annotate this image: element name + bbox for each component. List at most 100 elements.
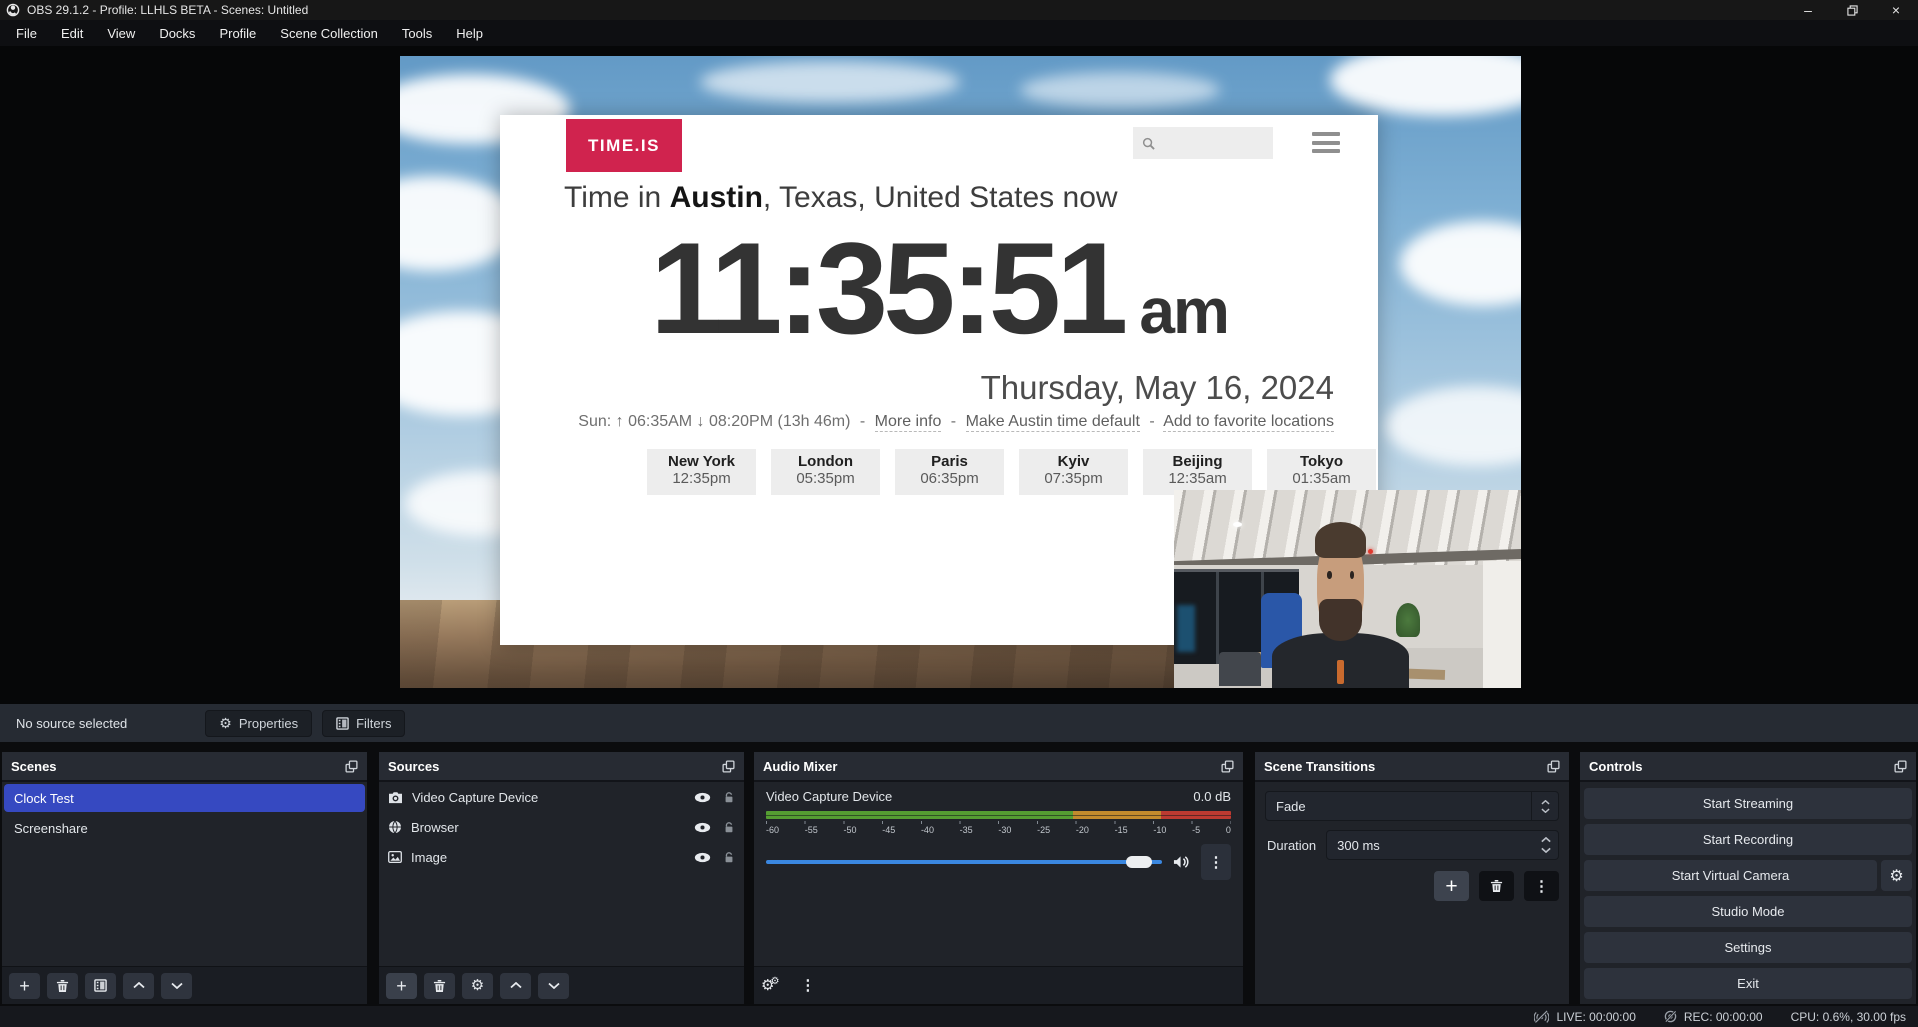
trash-icon [1490, 879, 1503, 893]
settings-button[interactable]: Settings [1584, 932, 1912, 963]
current-time: 11:35:51 am [540, 201, 1338, 377]
filter-icon [336, 717, 349, 730]
scene-filters-button[interactable] [85, 973, 116, 999]
sources-header: Sources [379, 752, 744, 782]
eye-visible-icon[interactable] [694, 822, 711, 833]
person-eye [1327, 571, 1331, 578]
source-row-browser[interactable]: Browser [379, 812, 744, 842]
add-scene-button[interactable]: + [9, 973, 40, 999]
scene-item-clock-test[interactable]: Clock Test [4, 784, 365, 812]
advanced-audio-icon[interactable]: ⚙⚙ [761, 978, 783, 993]
speaker-icon[interactable] [1173, 855, 1190, 869]
virtual-camera-settings-button[interactable]: ⚙ [1881, 860, 1912, 891]
timeis-logo: TIME.IS [566, 119, 682, 172]
audio-mixer-toolbar: ⚙⚙ ⋮ [754, 966, 1243, 1004]
menu-view[interactable]: View [95, 20, 147, 46]
close-button[interactable]: × [1874, 0, 1918, 20]
controls-header: Controls [1580, 752, 1916, 782]
popout-icon[interactable] [1894, 760, 1907, 773]
make-default-link: Make Austin time default [966, 413, 1140, 432]
remove-scene-button[interactable] [47, 973, 78, 999]
menu-docks[interactable]: Docks [147, 20, 207, 46]
popout-icon[interactable] [1221, 760, 1234, 773]
gear-icon: ⚙ [471, 978, 484, 993]
transitions-body: Fade Duration 300 ms [1255, 782, 1569, 1004]
duration-spinbox[interactable]: 300 ms [1326, 830, 1559, 860]
add-source-button[interactable]: + [386, 973, 417, 999]
minimize-button[interactable]: – [1786, 0, 1830, 20]
scenes-toolbar: + [2, 966, 367, 1004]
scene-item-screenshare[interactable]: Screenshare [4, 814, 365, 842]
restore-button[interactable] [1830, 0, 1874, 20]
transitions-title: Scene Transitions [1264, 759, 1375, 774]
scenes-header: Scenes [2, 752, 367, 782]
transition-options-button[interactable]: ⋮ [1524, 871, 1559, 901]
hamburger-menu-icon [1312, 132, 1340, 153]
gear-icon: ⚙ [1889, 866, 1903, 886]
move-source-down-button[interactable] [538, 973, 569, 999]
menu-help[interactable]: Help [444, 20, 495, 46]
transitions-header: Scene Transitions [1255, 752, 1569, 782]
scene-transitions-dock: Scene Transitions Fade Duration [1255, 752, 1569, 1004]
filters-button[interactable]: Filters [322, 710, 405, 737]
dock-area: Scenes Clock Test Screenshare + Sources [0, 752, 1918, 1004]
cloud [1400, 221, 1521, 306]
clock-meridiem: am [1139, 268, 1228, 354]
source-context-bar: No source selected ⚙ Properties Filters [0, 704, 1918, 742]
start-virtual-camera-button[interactable]: Start Virtual Camera [1584, 860, 1877, 891]
move-source-up-button[interactable] [500, 973, 531, 999]
webcam-ceiling-light [1233, 522, 1242, 527]
search-input [1133, 127, 1273, 159]
lock-unlocked-icon[interactable] [723, 851, 735, 864]
webcam-plant [1396, 603, 1420, 637]
menu-file[interactable]: File [4, 20, 49, 46]
volume-slider[interactable] [766, 860, 1162, 864]
add-transition-button[interactable]: + [1434, 871, 1469, 901]
start-recording-button[interactable]: Start Recording [1584, 824, 1912, 855]
popout-icon[interactable] [1547, 760, 1560, 773]
properties-button[interactable]: ⚙ Properties [205, 710, 312, 737]
camera-icon [388, 791, 403, 804]
menu-profile[interactable]: Profile [207, 20, 268, 46]
sources-title: Sources [388, 759, 439, 774]
move-scene-down-button[interactable] [161, 973, 192, 999]
remove-transition-button[interactable] [1479, 871, 1514, 901]
studio-mode-button[interactable]: Studio Mode [1584, 896, 1912, 927]
globe-icon [388, 820, 402, 834]
spin-arrows-icon[interactable] [1541, 837, 1551, 853]
menu-tools[interactable]: Tools [390, 20, 444, 46]
popout-icon[interactable] [722, 760, 735, 773]
eye-visible-icon[interactable] [694, 792, 711, 803]
exit-button[interactable]: Exit [1584, 968, 1912, 999]
cloud [1020, 72, 1220, 108]
dots-vertical-icon: ⋮ [1209, 855, 1224, 870]
source-row-video-capture[interactable]: Video Capture Device [379, 782, 744, 812]
webcam-overlay [1174, 490, 1521, 688]
menu-bar: File Edit View Docks Profile Scene Colle… [0, 20, 1918, 46]
volume-slider-handle[interactable] [1126, 856, 1152, 868]
eye-visible-icon[interactable] [694, 852, 711, 863]
popout-icon[interactable] [345, 760, 358, 773]
meter-scale: -60-55-50-45-40-35-30-25-20-15-10-50 [766, 825, 1231, 835]
city-card: Beijing12:35am [1143, 449, 1252, 495]
transition-select[interactable]: Fade [1265, 791, 1559, 821]
move-scene-up-button[interactable] [123, 973, 154, 999]
start-streaming-button[interactable]: Start Streaming [1584, 788, 1912, 819]
city-card: Kyiv07:35pm [1019, 449, 1128, 495]
dots-vertical-icon[interactable]: ⋮ [800, 978, 815, 993]
lock-unlocked-icon[interactable] [723, 821, 735, 834]
current-date: Thursday, May 16, 2024 [981, 369, 1334, 407]
menu-edit[interactable]: Edit [49, 20, 95, 46]
source-properties-button[interactable]: ⚙ [462, 973, 493, 999]
lock-unlocked-icon[interactable] [723, 791, 735, 804]
title-bar: OBS 29.1.2 - Profile: LLHLS BETA - Scene… [0, 0, 1918, 20]
status-bar: LIVE: 00:00:00 REC: 00:00:00 CPU: 0.6%, … [0, 1006, 1918, 1027]
program-canvas[interactable]: TIME.IS Time in Austin, Texas, United St… [400, 56, 1521, 688]
remove-source-button[interactable] [424, 973, 455, 999]
mixer-options-button[interactable]: ⋮ [1201, 844, 1231, 880]
controls-body: Start Streaming Start Recording Start Vi… [1580, 782, 1916, 1004]
source-row-image[interactable]: Image [379, 842, 744, 872]
sources-toolbar: + ⚙ [379, 966, 744, 1004]
webcam-person [1282, 490, 1400, 688]
menu-scene-collection[interactable]: Scene Collection [268, 20, 390, 46]
